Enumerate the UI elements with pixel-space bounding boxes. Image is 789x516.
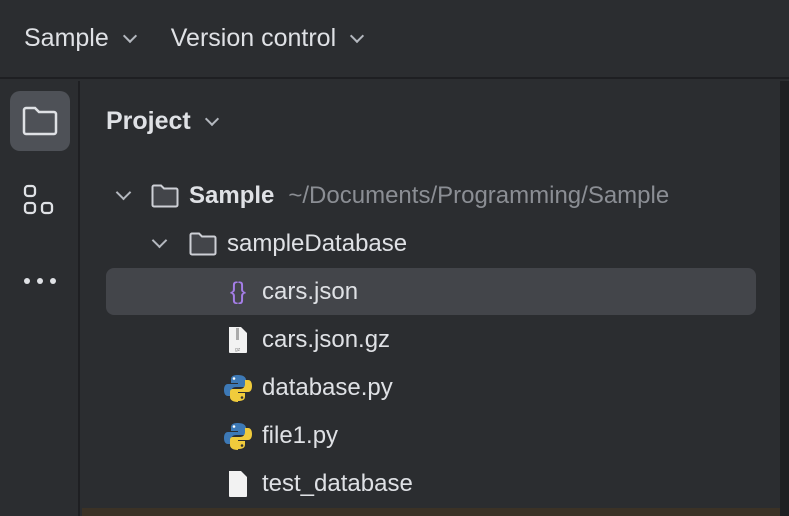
project-menu[interactable]: Sample (24, 24, 137, 53)
chevron-down-icon (350, 28, 365, 43)
svg-text:gz: gz (235, 347, 241, 353)
python-icon (224, 422, 252, 450)
file-icon (224, 470, 252, 498)
tree-item-folder[interactable]: sampleDatabase (106, 220, 756, 267)
file-label: cars.json.gz (262, 325, 391, 353)
tree-item-file[interactable]: {} cars.json (106, 268, 756, 315)
archive-file-icon: gz (224, 326, 252, 354)
project-panel: Project Sample ~/Documents/Programming/S… (82, 81, 780, 508)
file-label: test_database (262, 469, 413, 497)
status-strip (82, 508, 780, 516)
more-tools-button[interactable] (10, 251, 70, 311)
file-label: database.py (262, 373, 393, 401)
folder-icon (189, 230, 217, 258)
more-icon (24, 278, 56, 284)
chevron-down-icon (204, 111, 219, 126)
tree-item-file[interactable]: database.py (106, 364, 756, 411)
expand-chevron-icon[interactable] (115, 184, 132, 201)
project-menu-label: Sample (24, 24, 109, 52)
file-label: cars.json (262, 277, 359, 305)
root-label: Sample (189, 181, 275, 209)
project-tool-button[interactable] (10, 91, 70, 151)
folder-icon (151, 182, 179, 210)
tree-item-file[interactable]: file1.py (106, 412, 756, 459)
structure-icon (23, 184, 54, 215)
python-icon (224, 374, 252, 402)
version-control-menu[interactable]: Version control (170, 24, 365, 53)
editor-edge (780, 81, 789, 516)
tree-item-file[interactable]: gz cars.json.gz (106, 316, 756, 363)
json-icon: {} (229, 277, 247, 305)
root-path: ~/Documents/Programming/Sample (288, 181, 670, 209)
project-view-selector[interactable]: Project (106, 107, 219, 136)
expand-chevron-icon[interactable] (151, 232, 168, 249)
chevron-down-icon (122, 28, 137, 43)
top-toolbar: Sample Version control (0, 0, 789, 79)
folder-label: sampleDatabase (227, 229, 408, 257)
tree-item-root[interactable]: Sample ~/Documents/Programming/Sample (106, 172, 756, 219)
version-control-label: Version control (170, 24, 337, 52)
structure-tool-button[interactable] (10, 171, 70, 231)
file-label: file1.py (262, 421, 339, 449)
folder-icon (22, 106, 58, 136)
tree-item-file[interactable]: test_database (106, 460, 756, 507)
panel-title: Project (106, 107, 191, 135)
tool-window-bar (0, 81, 80, 516)
